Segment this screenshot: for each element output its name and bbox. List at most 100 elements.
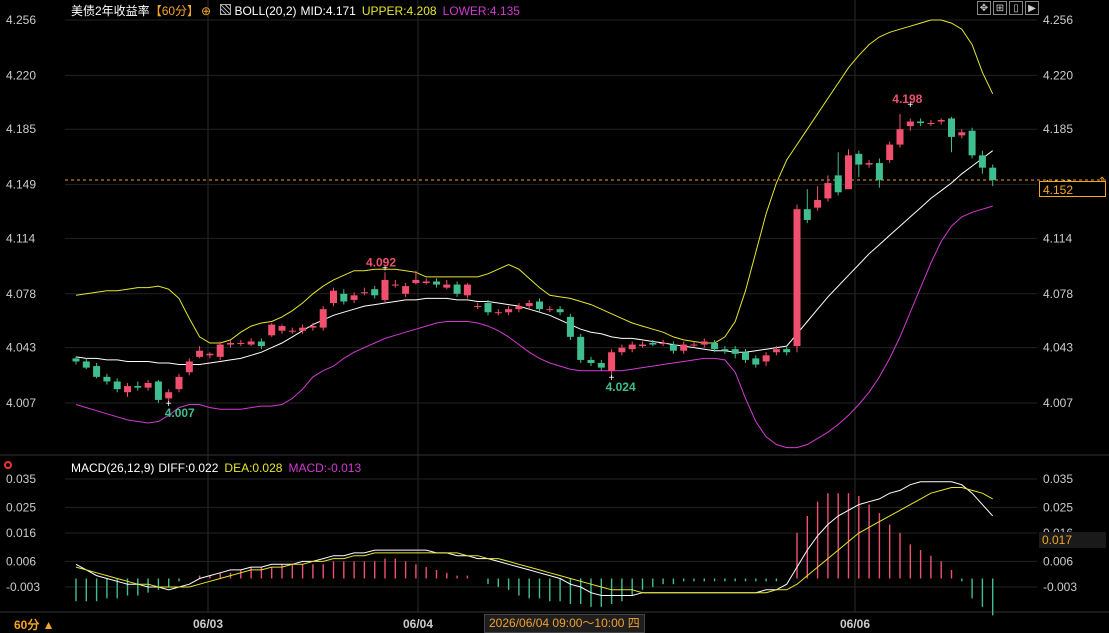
candle-body xyxy=(772,349,780,353)
candle-body xyxy=(906,121,914,127)
candle-body xyxy=(299,327,307,331)
candle-body xyxy=(618,347,626,353)
candle-body xyxy=(639,344,646,347)
y-tick-label-left: 4.078 xyxy=(6,287,36,301)
candle-body xyxy=(206,353,214,356)
candle-body xyxy=(669,344,677,351)
settings-icon[interactable]: ⊕ xyxy=(201,4,211,18)
candle-body xyxy=(783,349,791,353)
candle-body xyxy=(268,324,276,336)
x-tick-label: 06/06 xyxy=(840,617,870,631)
candle-body xyxy=(257,341,265,347)
boll-mid: MID:4.171 xyxy=(300,4,356,18)
candle-body xyxy=(597,363,605,368)
candle-body xyxy=(216,344,224,357)
period-selector[interactable]: 60分 ▲ xyxy=(14,616,55,633)
macd-value-tag: 0.017 xyxy=(1039,532,1106,548)
macd-tick-label-left: -0.003 xyxy=(6,580,40,594)
play-icon[interactable]: ▶ xyxy=(1025,1,1039,15)
extreme-label: 4.024 xyxy=(606,380,636,394)
time-tooltip: 2026/06/04 09:00～10:00 四 xyxy=(484,614,645,633)
candle-body xyxy=(948,118,955,137)
candle-body xyxy=(484,303,492,313)
candle-body xyxy=(196,350,204,357)
candle-body xyxy=(978,155,986,168)
extreme-label: 4.007 xyxy=(165,406,195,420)
macd-tick-label-left: 0.016 xyxy=(6,526,36,540)
fullscreen-icon[interactable]: ⊞ xyxy=(993,1,1007,15)
candle-body xyxy=(546,309,554,311)
candle-body xyxy=(968,130,976,156)
candle-body xyxy=(72,358,80,362)
candle-body xyxy=(742,352,749,360)
period-label[interactable]: 【60分】 xyxy=(150,4,199,18)
candle-body xyxy=(175,376,183,390)
candle-body xyxy=(350,295,358,300)
candle-body xyxy=(803,209,811,220)
candle-body xyxy=(505,309,513,313)
macd-diff: DIFF:0.022 xyxy=(158,461,219,475)
extreme-label: 4.092 xyxy=(366,255,396,269)
macd-label: MACD(26,12,9) xyxy=(71,461,155,475)
y-tick-label-left: 4.007 xyxy=(6,396,36,410)
candle-body xyxy=(875,163,883,180)
candle-body xyxy=(134,386,142,388)
y-tick-label-right: 4.078 xyxy=(1043,287,1073,301)
candle-body xyxy=(608,352,616,371)
boll-label: BOLL(20,2) xyxy=(234,4,297,18)
candle-body xyxy=(247,341,255,345)
boll-upper: UPPER:4.208 xyxy=(361,4,437,18)
boll-lower: LOWER:4.135 xyxy=(442,4,520,18)
candle-body xyxy=(82,361,90,368)
candle-body xyxy=(319,309,327,328)
candle-body xyxy=(824,183,832,199)
candle-body xyxy=(113,381,121,390)
candle-body xyxy=(917,121,925,124)
x-tick-label: 06/03 xyxy=(193,617,223,631)
candle-body xyxy=(690,344,698,346)
y-tick-label-right: 4.007 xyxy=(1043,396,1073,410)
x-tick-label: 06/04 xyxy=(403,617,433,631)
candle-body xyxy=(845,155,852,190)
candle-body xyxy=(628,344,636,350)
candle-body xyxy=(711,343,719,350)
macd-header: MACD(26,12,9) DIFF:0.022 DEA:0.028 MACD:-0.… xyxy=(71,461,367,475)
record-icon[interactable] xyxy=(4,461,12,469)
candle-body xyxy=(443,284,451,288)
candle-body xyxy=(463,284,471,296)
candle-body xyxy=(762,355,770,362)
candle-body xyxy=(103,376,111,382)
candle-body xyxy=(144,383,152,388)
macd-tick-label-left: 0.006 xyxy=(6,554,36,568)
page-icon[interactable]: ▯ xyxy=(1009,1,1023,15)
candle-body xyxy=(525,303,533,307)
candle-body xyxy=(855,153,863,165)
candle-body xyxy=(340,293,348,302)
candle-body xyxy=(165,392,173,399)
candle-body xyxy=(371,289,379,296)
candle-body xyxy=(896,129,904,145)
candle-body xyxy=(154,381,162,400)
candle-body xyxy=(422,281,430,284)
candle-body xyxy=(958,132,966,136)
candle-body xyxy=(278,326,286,331)
crosshair-icon[interactable]: ✥ xyxy=(977,1,991,15)
boll-icon[interactable] xyxy=(220,4,232,15)
macd-tick-label-left: 0.035 xyxy=(6,472,36,486)
candle-body xyxy=(556,309,564,313)
candle-body xyxy=(865,163,873,165)
candle-body xyxy=(731,349,739,354)
macd-tick-label-right: 0.025 xyxy=(1043,500,1073,514)
y-tick-label-left: 4.185 xyxy=(6,122,36,136)
candle-body xyxy=(927,123,935,125)
candle-body xyxy=(814,199,822,208)
macd-value: MACD:-0.013 xyxy=(288,461,362,475)
candle-body xyxy=(680,344,688,351)
chart-canvas[interactable]: 4.2564.2564.2204.2204.1854.1854.1494.149… xyxy=(0,0,1109,633)
chart-header: 美债2年收益率【60分】 ⊕ BOLL(20,2) MID:4.171 UPPER:4… xyxy=(71,2,526,19)
y-tick-label-right: 4.185 xyxy=(1043,122,1073,136)
candle-body xyxy=(752,358,760,365)
candle-body xyxy=(834,175,842,193)
candle-body xyxy=(587,359,595,364)
candle-body xyxy=(453,284,461,294)
